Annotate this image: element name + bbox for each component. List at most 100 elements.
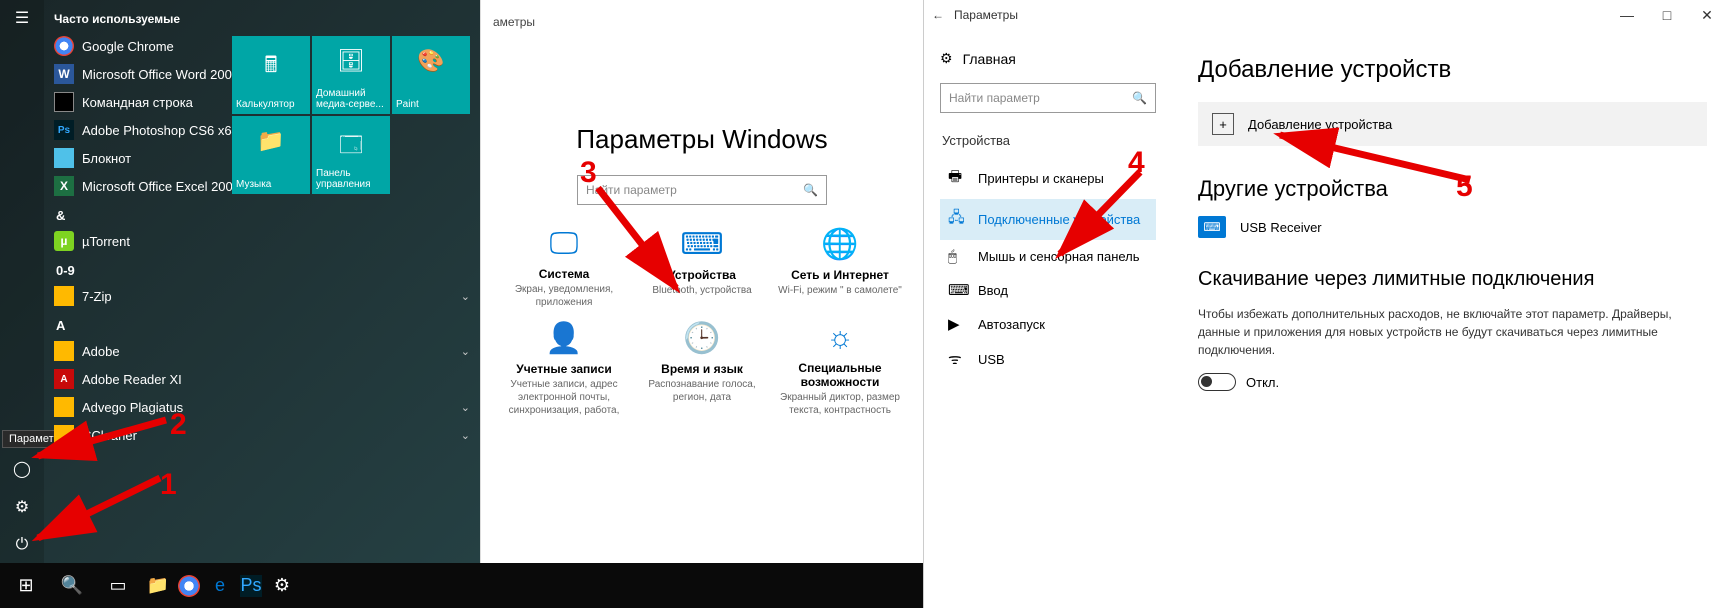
cat-title: Устройства (639, 268, 765, 282)
maximize-button[interactable]: □ (1647, 2, 1687, 28)
app-label: Adobe (82, 344, 120, 359)
cat-accessibility[interactable]: ☼Специальные возможностиЭкранный диктор,… (777, 321, 903, 417)
window-title: Параметры (954, 8, 1018, 22)
nav-label: Подключенные устройства (978, 212, 1140, 227)
start-tiles: 🖩 Калькулятор 🗄Домашний медиа-серве... 🎨 P… (232, 36, 470, 194)
metered-toggle[interactable]: Откл. (1198, 373, 1707, 391)
nav-printers[interactable]: 🖶Принтеры и сканеры (940, 158, 1156, 199)
cat-sub: Экранный диктор, размер текста, контраст… (777, 391, 903, 417)
cat-sub: Распознавание голоса, регион, дата (639, 378, 765, 404)
cat-title: Учетные записи (501, 362, 627, 376)
taskbar-photoshop-icon[interactable]: Ps (240, 575, 262, 597)
chevron-down-icon: ⌄ (461, 345, 470, 358)
accounts-icon: 👤 (501, 321, 627, 356)
start-button[interactable]: ⊞ (6, 566, 46, 606)
devices-section-header: Устройства (942, 133, 1156, 148)
tile-music[interactable]: 📁Музыка (232, 116, 310, 194)
app-label: Advego Plagiatus (82, 400, 183, 415)
app-label: 7-Zip (82, 289, 112, 304)
app-advego[interactable]: Advego Plagiatus ⌄ (50, 393, 474, 421)
search-placeholder: Найти параметр (586, 183, 677, 197)
search-icon: 🔍 (803, 183, 818, 197)
cat-accounts[interactable]: 👤 Учетные записи Учетные записи, адрес эле… (501, 321, 627, 417)
add-device-button[interactable]: + Добавление устройства (1198, 102, 1707, 146)
nav-autoplay[interactable]: ▶Автозапуск (940, 307, 1156, 341)
nav-connected-devices[interactable]: 🖧 Подключенные устройства (940, 199, 1156, 240)
metered-description: Чтобы избежать дополнительных расходов, … (1198, 305, 1707, 359)
cat-devices[interactable]: ⌨УстройстваBluetooth, устройства (639, 227, 765, 309)
taskbar-settings-icon[interactable]: ⚙ (268, 572, 296, 600)
gear-icon: ⚙ (940, 50, 953, 67)
tile-label: Панель управления (316, 168, 386, 190)
nav-label: USB (978, 352, 1005, 367)
main-search-input[interactable]: Найти параметр 🔍 (577, 175, 827, 205)
nav-label: Ввод (978, 283, 1008, 298)
nav-usb[interactable]: ᯤ USB (940, 341, 1156, 377)
task-view-button[interactable]: ▭ (98, 566, 138, 606)
app-7zip[interactable]: 7-Zip⌄ (50, 282, 474, 310)
tile-label: Paint (396, 99, 466, 110)
letter-09[interactable]: 0-9 (56, 263, 474, 278)
folder-icon: 📁 (257, 128, 284, 154)
app-label: CCleaner (82, 428, 137, 443)
search-placeholder: Найти параметр (949, 91, 1040, 105)
nav-home-label: Главная (963, 51, 1016, 67)
minimize-button[interactable]: — (1607, 2, 1647, 28)
tile-label: Калькулятор (236, 99, 306, 110)
start-menu-panel: ☰ ◯ ⚙ ⏻ Параметры Часто используемые Goo… (0, 0, 480, 563)
taskbar-edge-icon[interactable]: e (206, 572, 234, 600)
toggle-switch-icon (1198, 373, 1236, 391)
metered-heading: Скачивание через лимитные подключения (1198, 268, 1707, 291)
app-ccleaner[interactable]: CCleaner ⌄ (50, 421, 474, 449)
nav-home[interactable]: ⚙ Главная (940, 50, 1156, 67)
control-panel-icon: 🗔 (339, 128, 363, 166)
cat-title: Сеть и Интернет (777, 268, 903, 282)
cat-network[interactable]: 🌐Сеть и ИнтернетWi-Fi, режим " в самолет… (777, 227, 903, 309)
cat-title: Время и язык (639, 362, 765, 376)
close-button[interactable]: ✕ (1687, 2, 1727, 28)
device-usb-receiver[interactable]: ⌨ USB Receiver (1198, 216, 1707, 238)
search-icon: 🔍 (1132, 91, 1147, 105)
app-adobe[interactable]: Adobe ⌄ (50, 337, 474, 365)
taskbar-folder-icon[interactable]: 📁 (144, 572, 172, 600)
tile-paint[interactable]: 🎨 Paint (392, 36, 470, 114)
chevron-down-icon: ⌄ (461, 401, 470, 414)
app-label: µTorrent (82, 234, 130, 249)
devices-search-input[interactable]: Найти параметр 🔍 (940, 83, 1156, 113)
other-devices-heading: Другие устройства (1198, 176, 1707, 202)
app-adobe-reader[interactable]: AAdobe Reader XI (50, 365, 474, 393)
cat-time-lang[interactable]: 🕒Время и языкРаспознавание голоса, регио… (639, 321, 765, 417)
chevron-down-icon: ⌄ (461, 429, 470, 442)
cat-sub: Bluetooth, устройства (639, 284, 765, 297)
back-icon[interactable]: ← (932, 8, 944, 22)
tile-control-panel[interactable]: 🗔Панель управления (312, 116, 390, 194)
start-rail: ☰ ◯ ⚙ ⏻ (0, 0, 44, 563)
tile-calc[interactable]: 🖩 Калькулятор (232, 36, 310, 114)
usb-icon: ᯤ (948, 349, 966, 369)
letter-a[interactable]: A (56, 318, 474, 333)
power-icon[interactable]: ⏻ (12, 535, 32, 555)
devices-content: Добавление устройств + Добавление устрой… (1172, 30, 1735, 608)
app-label: Microsoft Office Word 2007 (82, 67, 239, 82)
app-label: Adobe Reader XI (82, 372, 182, 387)
cat-sub: Учетные записи, адрес электронной почты,… (501, 378, 627, 417)
keyboard-icon: ⌨ (948, 281, 966, 299)
nav-typing[interactable]: ⌨ Ввод (940, 273, 1156, 307)
cat-system[interactable]: 🖵СистемаЭкран, уведомления, приложения (501, 227, 627, 309)
app-utorrent[interactable]: µµTorrent (50, 227, 474, 255)
nav-mouse[interactable]: 🖱Мышь и сенсорная панель (940, 240, 1156, 273)
hamburger-icon[interactable]: ☰ (12, 8, 32, 28)
taskbar-chrome-icon[interactable] (178, 575, 200, 597)
user-icon[interactable]: ◯ (12, 459, 32, 479)
letter-amp[interactable]: & (56, 208, 474, 223)
calculator-icon: 🖩 (264, 48, 277, 86)
tile-media[interactable]: 🗄Домашний медиа-серве... (312, 36, 390, 114)
devices-left-nav: ⚙ Главная Найти параметр 🔍 Устройства 🖶При… (924, 30, 1172, 608)
window-titlebar: ← Параметры — □ ✕ (924, 0, 1735, 30)
paint-icon: 🎨 (417, 48, 444, 74)
search-button[interactable]: 🔍 (52, 566, 92, 606)
devices-heading: Добавление устройств (1198, 56, 1707, 84)
connected-devices-icon: 🖧 (948, 207, 966, 232)
settings-gear-icon[interactable]: ⚙ (12, 497, 32, 517)
nav-label: Автозапуск (978, 317, 1045, 332)
